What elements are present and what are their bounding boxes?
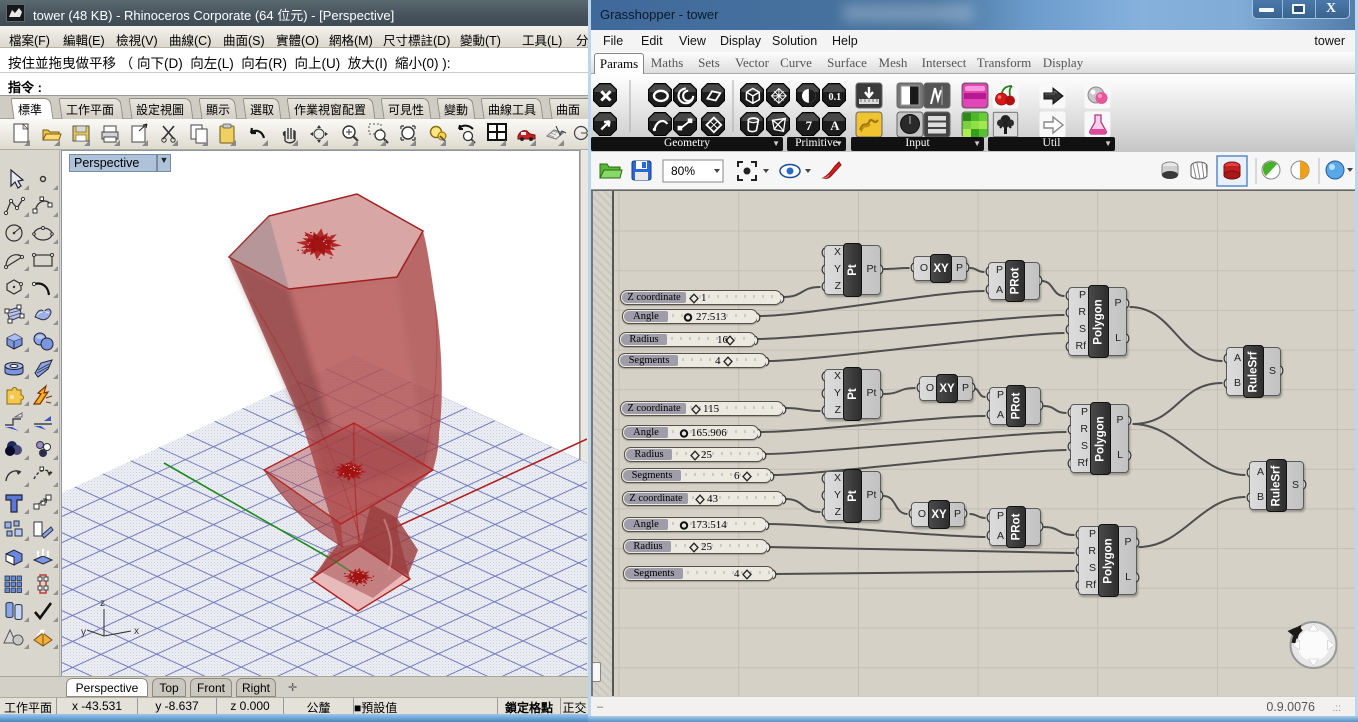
svg-text:y: y	[81, 627, 86, 638]
svg-text:z: z	[100, 598, 105, 609]
svg-text:0.1: 0.1	[829, 92, 842, 103]
svg-text:80%: 80%	[671, 164, 695, 178]
svg-text:A: A	[830, 119, 840, 133]
svg-text:7: 7	[806, 119, 813, 133]
svg-text:x: x	[134, 626, 139, 637]
